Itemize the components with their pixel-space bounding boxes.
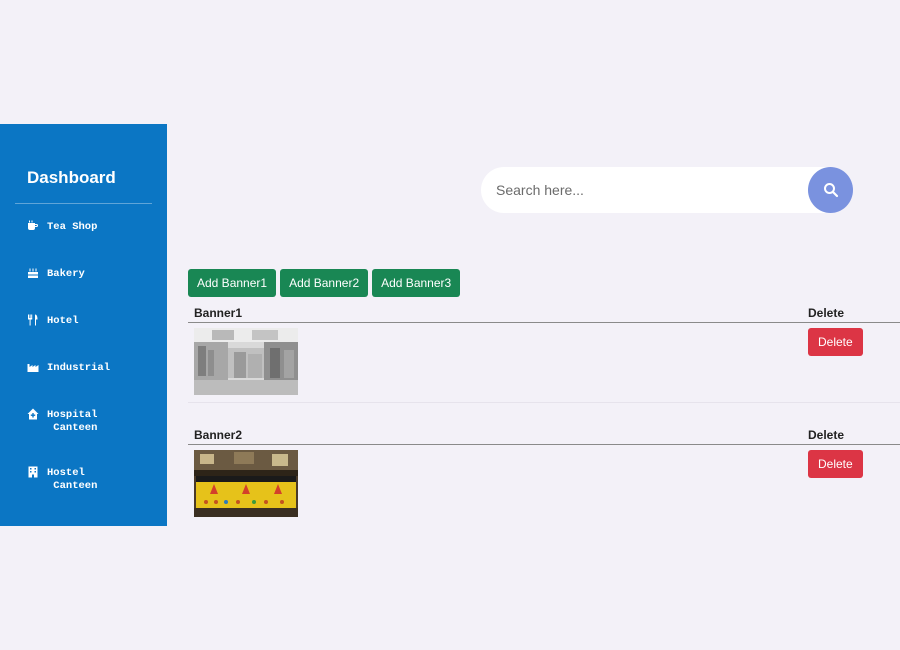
sidebar: Dashboard Tea Shop Bakery Hotel Industri… xyxy=(0,124,167,526)
table-header: Banner1 Delete xyxy=(188,301,900,323)
add-banner2-button[interactable]: Add Banner2 xyxy=(280,269,369,297)
sidebar-item-industrial[interactable]: Industrial xyxy=(0,361,167,408)
search-button[interactable] xyxy=(808,167,853,213)
factory-icon xyxy=(27,361,47,373)
table-row: Delete xyxy=(188,445,900,525)
sidebar-item-label: Tea Shop xyxy=(47,221,98,233)
sidebar-item-label: Hospital Canteen xyxy=(47,409,98,434)
banner1-image xyxy=(194,328,298,395)
sidebar-nav: Tea Shop Bakery Hotel Industrial Hospita… xyxy=(0,204,167,524)
sidebar-item-hostel-canteen[interactable]: Hostel Canteen xyxy=(0,466,167,524)
banner2-table: Banner2 Delete Delete xyxy=(188,423,900,525)
add-banner1-button[interactable]: Add Banner1 xyxy=(188,269,277,297)
sidebar-item-hospital-canteen[interactable]: Hospital Canteen xyxy=(0,408,167,466)
sidebar-item-label: Hotel xyxy=(47,315,79,327)
sidebar-item-label: Bakery xyxy=(47,268,85,280)
search-bar xyxy=(481,167,853,213)
search-input[interactable] xyxy=(496,167,796,213)
sidebar-item-label: Industrial xyxy=(47,362,111,374)
main-content: Add Banner1 Add Banner2 Add Banner3 Bann… xyxy=(167,124,900,526)
sidebar-item-tea-shop[interactable]: Tea Shop xyxy=(0,220,167,267)
sidebar-item-bakery[interactable]: Bakery xyxy=(0,267,167,314)
utensils-icon xyxy=(27,314,47,326)
app-shell: Dashboard Tea Shop Bakery Hotel Industri… xyxy=(0,124,900,526)
banner-actions: Add Banner1 Add Banner2 Add Banner3 xyxy=(188,269,461,297)
table-row: Delete xyxy=(188,323,900,403)
coffee-cup-icon xyxy=(27,220,47,232)
table-header: Banner2 Delete xyxy=(188,423,900,445)
sidebar-item-label: Hostel Canteen xyxy=(47,467,98,492)
delete-banner1-button[interactable]: Delete xyxy=(808,328,863,356)
banner1-table: Banner1 Delete Delete xyxy=(188,301,900,403)
banner-column-header: Banner1 xyxy=(194,306,243,320)
sidebar-item-hotel[interactable]: Hotel xyxy=(0,314,167,361)
add-banner3-button[interactable]: Add Banner3 xyxy=(372,269,461,297)
banner2-image xyxy=(194,450,298,517)
delete-banner2-button[interactable]: Delete xyxy=(808,450,863,478)
delete-column-header: Delete xyxy=(808,428,845,442)
brand-title[interactable]: Dashboard xyxy=(0,168,167,203)
delete-column-header: Delete xyxy=(808,306,845,320)
cake-icon xyxy=(27,267,47,279)
building-icon xyxy=(27,466,47,478)
search-icon xyxy=(823,183,838,198)
home-medical-icon xyxy=(27,408,47,420)
banner-column-header: Banner2 xyxy=(194,428,243,442)
